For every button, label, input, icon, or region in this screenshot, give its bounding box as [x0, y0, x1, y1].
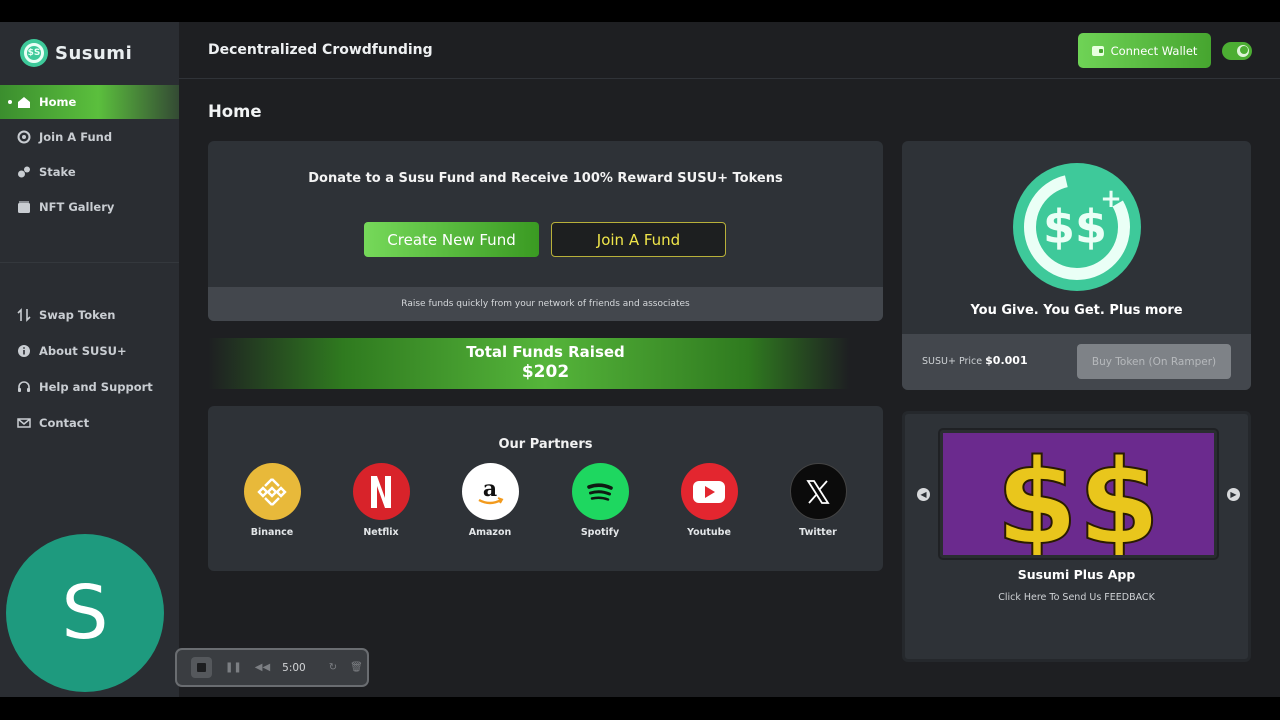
app-name: Susumi Plus App: [1017, 567, 1136, 582]
app-carousel-card: $$ ◀ ▶ Susumi Plus App Click Here To Sen…: [902, 411, 1251, 662]
swap-icon: [17, 308, 31, 322]
sidebar-divider: [0, 262, 179, 263]
partner-youtube[interactable]: Youtube: [669, 463, 749, 538]
price-label: SUSU+ Price: [922, 356, 983, 367]
pause-icon[interactable]: ❚❚: [225, 662, 242, 673]
partner-name: Spotify: [580, 527, 620, 538]
gallery-icon: [17, 200, 31, 214]
hero-title: Donate to a Susu Fund and Receive 100% R…: [308, 171, 783, 186]
sidebar-item-label: Contact: [39, 416, 90, 430]
app-title: Decentralized Crowdfunding: [208, 42, 433, 58]
hero-card: Donate to a Susu Fund and Receive 100% R…: [208, 141, 883, 321]
total-funds-label: Total Funds Raised: [466, 343, 625, 361]
partner-netflix[interactable]: Netflix: [341, 463, 421, 538]
sidebar-item-contact[interactable]: Contact: [0, 406, 179, 440]
recording-timer: 5:00: [282, 661, 306, 674]
home-icon: [17, 95, 31, 109]
stop-recording-button[interactable]: [191, 657, 212, 678]
total-funds-value: $202: [521, 362, 570, 382]
recording-toolbar: ❚❚ ◀◀ 5:00 ↻ 🗑: [175, 648, 369, 687]
fund-icon: [17, 130, 31, 144]
app-banner-background: $$: [943, 432, 1214, 558]
partner-name: Twitter: [799, 527, 837, 538]
price-value: $0.001: [985, 354, 1028, 367]
partner-name: Amazon: [468, 527, 512, 538]
partner-amazon[interactable]: a Amazon: [450, 463, 530, 538]
sidebar-item-home[interactable]: Home: [0, 85, 179, 119]
sidebar-item-join-a-fund[interactable]: Join A Fund: [0, 120, 179, 154]
partner-name: Binance: [250, 527, 294, 538]
sidebar-item-stake[interactable]: Stake: [0, 155, 179, 189]
sidebar-item-label: Stake: [39, 165, 76, 179]
amazon-icon: a: [461, 463, 519, 520]
svg-text:a: a: [483, 476, 497, 502]
app-banner-image[interactable]: $$: [938, 428, 1219, 560]
page-title: Home: [208, 102, 262, 121]
contact-icon: [17, 416, 31, 430]
app-window: $S Susumi Home Join A Fund Stake NFT Gal…: [0, 22, 1280, 697]
avatar[interactable]: S: [6, 534, 164, 692]
partner-spotify[interactable]: Spotify: [560, 463, 640, 538]
sidebar-item-help[interactable]: Help and Support: [0, 370, 179, 404]
susumi-logo-icon: $S: [20, 39, 48, 67]
svg-text:+: +: [1100, 184, 1122, 214]
partners-card: Our Partners Binance Netflix a Amazon Sp…: [208, 406, 883, 571]
sidebar-item-label: Swap Token: [39, 308, 116, 322]
buy-token-button[interactable]: Buy Token (On Ramper): [1077, 344, 1231, 379]
token-tagline: You Give. You Get. Plus more: [970, 303, 1183, 318]
svg-text:$$: $$: [996, 433, 1160, 555]
partners-title: Our Partners: [498, 437, 593, 452]
moon-icon: [1237, 45, 1249, 57]
theme-toggle[interactable]: [1222, 42, 1252, 60]
partner-twitter[interactable]: Twitter: [778, 463, 858, 538]
feedback-link[interactable]: Click Here To Send Us FEEDBACK: [905, 592, 1248, 603]
sidebar-item-label: Help and Support: [39, 380, 153, 394]
svg-text:$$: $$: [1043, 200, 1107, 254]
connect-wallet-button[interactable]: Connect Wallet: [1078, 33, 1211, 68]
brand[interactable]: $S Susumi: [20, 39, 132, 67]
sidebar-item-about[interactable]: About SUSU+: [0, 334, 179, 368]
topbar: Decentralized Crowdfunding Connect Walle…: [179, 22, 1280, 79]
sidebar-item-label: Home: [39, 95, 77, 109]
partner-name: Netflix: [363, 527, 399, 538]
token-card: $$ + You Give. You Get. Plus more SUSU+ …: [902, 141, 1251, 390]
binance-icon: [243, 463, 301, 520]
info-icon: [17, 344, 31, 358]
partner-name: Youtube: [687, 527, 731, 538]
rewind-icon[interactable]: ◀◀: [255, 662, 270, 673]
sidebar: $S Susumi Home Join A Fund Stake NFT Gal…: [0, 22, 179, 697]
headset-icon: [17, 380, 31, 394]
create-new-fund-button[interactable]: Create New Fund: [364, 222, 539, 257]
sidebar-item-label: NFT Gallery: [39, 200, 115, 214]
sidebar-item-swap-token[interactable]: Swap Token: [0, 298, 179, 332]
token-price-bar: SUSU+ Price $0.001 Buy Token (On Ramper): [902, 334, 1251, 390]
wallet-icon: [1091, 45, 1104, 56]
brand-name: Susumi: [55, 42, 133, 64]
total-funds-banner: Total Funds Raised $202: [208, 338, 883, 389]
active-dot-icon: [8, 100, 12, 104]
youtube-icon: [680, 463, 738, 520]
join-a-fund-button[interactable]: Join A Fund: [551, 222, 726, 257]
carousel-prev-icon[interactable]: ◀: [917, 488, 930, 501]
x-icon: [789, 463, 847, 520]
sidebar-item-label: Join A Fund: [39, 130, 113, 144]
restart-icon[interactable]: ↻: [329, 662, 337, 673]
netflix-icon: [352, 463, 410, 520]
partner-binance[interactable]: Binance: [232, 463, 312, 538]
hero-footer-text: Raise funds quickly from your network of…: [208, 287, 883, 321]
connect-wallet-label: Connect Wallet: [1110, 43, 1198, 58]
sidebar-item-label: About SUSU+: [39, 344, 127, 358]
trash-icon[interactable]: 🗑: [350, 662, 363, 673]
susu-plus-logo-icon: $$ +: [1013, 163, 1141, 291]
spotify-icon: [571, 463, 629, 520]
sidebar-item-nft-gallery[interactable]: NFT Gallery: [0, 190, 179, 224]
stake-icon: [17, 165, 31, 179]
carousel-next-icon[interactable]: ▶: [1227, 488, 1240, 501]
token-price: SUSU+ Price $0.001: [922, 354, 1028, 367]
